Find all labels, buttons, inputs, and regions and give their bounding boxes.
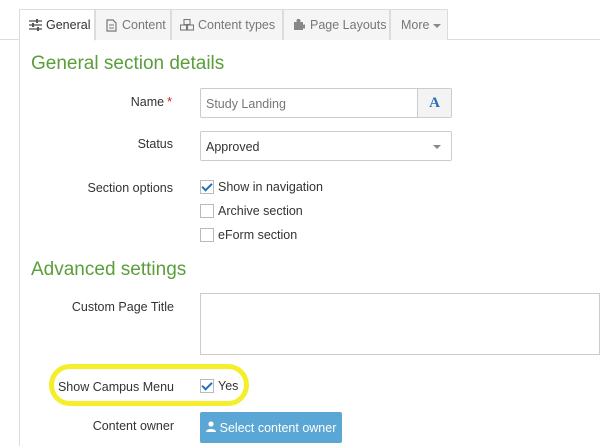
font-a-icon: A — [429, 94, 440, 111]
option-show-in-navigation[interactable]: Show in navigation — [200, 180, 323, 194]
tab-content-types-label: Content types — [198, 18, 276, 32]
section-options-label: Section options — [87, 181, 173, 195]
status-select[interactable]: Approved — [200, 131, 452, 161]
status-select-value: Approved — [206, 140, 260, 154]
eform-section-checkbox[interactable] — [200, 228, 214, 242]
custom-page-title-label: Custom Page Title — [71, 300, 174, 314]
tab-general[interactable]: General — [19, 9, 95, 41]
tab-more-label: More — [401, 18, 430, 32]
chevron-down-icon — [433, 145, 441, 149]
status-label: Status — [137, 137, 173, 151]
tab-more[interactable]: More — [390, 9, 448, 40]
name-input-value: Study Landing — [206, 97, 286, 111]
user-icon — [205, 420, 216, 435]
archive-section-label: Archive section — [218, 204, 303, 218]
tab-page-layouts[interactable]: Page Layouts — [283, 9, 390, 40]
tab-page-layouts-label: Page Layouts — [310, 18, 387, 32]
select-content-owner-button[interactable]: Select content owner — [200, 412, 342, 443]
content-owner-label: Content owner — [92, 419, 174, 433]
general-section-heading: General section details — [31, 53, 225, 74]
name-label: Name * — [60, 95, 172, 109]
option-eform-section[interactable]: eForm section — [200, 228, 297, 242]
tab-content-label: Content — [122, 18, 166, 32]
archive-section-checkbox[interactable] — [200, 204, 214, 218]
name-label-text: Name — [130, 95, 165, 109]
tab-content-types[interactable]: Content types — [171, 9, 283, 40]
eform-section-label: eForm section — [218, 228, 298, 242]
required-marker: * — [167, 95, 172, 109]
sliders-icon — [28, 18, 42, 32]
show-in-navigation-label: Show in navigation — [218, 180, 323, 194]
chevron-down-icon — [433, 24, 442, 28]
tab-content[interactable]: Content — [95, 9, 171, 40]
option-archive-section[interactable]: Archive section — [200, 204, 303, 218]
font-style-button[interactable]: A — [417, 89, 451, 117]
tab-general-label: General — [46, 18, 91, 32]
name-input[interactable]: Study Landing A — [200, 88, 452, 118]
tab-bar: General Content Content types Page Layou… — [0, 0, 600, 41]
puzzle-icon — [292, 18, 306, 32]
custom-page-title-textarea[interactable] — [200, 293, 600, 355]
document-icon — [104, 18, 118, 32]
show-in-navigation-checkbox[interactable] — [200, 180, 214, 194]
cubes-icon — [180, 18, 194, 32]
content-left-border — [19, 40, 20, 446]
select-content-owner-label: Select content owner — [219, 420, 337, 435]
highlight-annotation — [49, 364, 249, 406]
advanced-settings-heading: Advanced settings — [31, 259, 187, 280]
